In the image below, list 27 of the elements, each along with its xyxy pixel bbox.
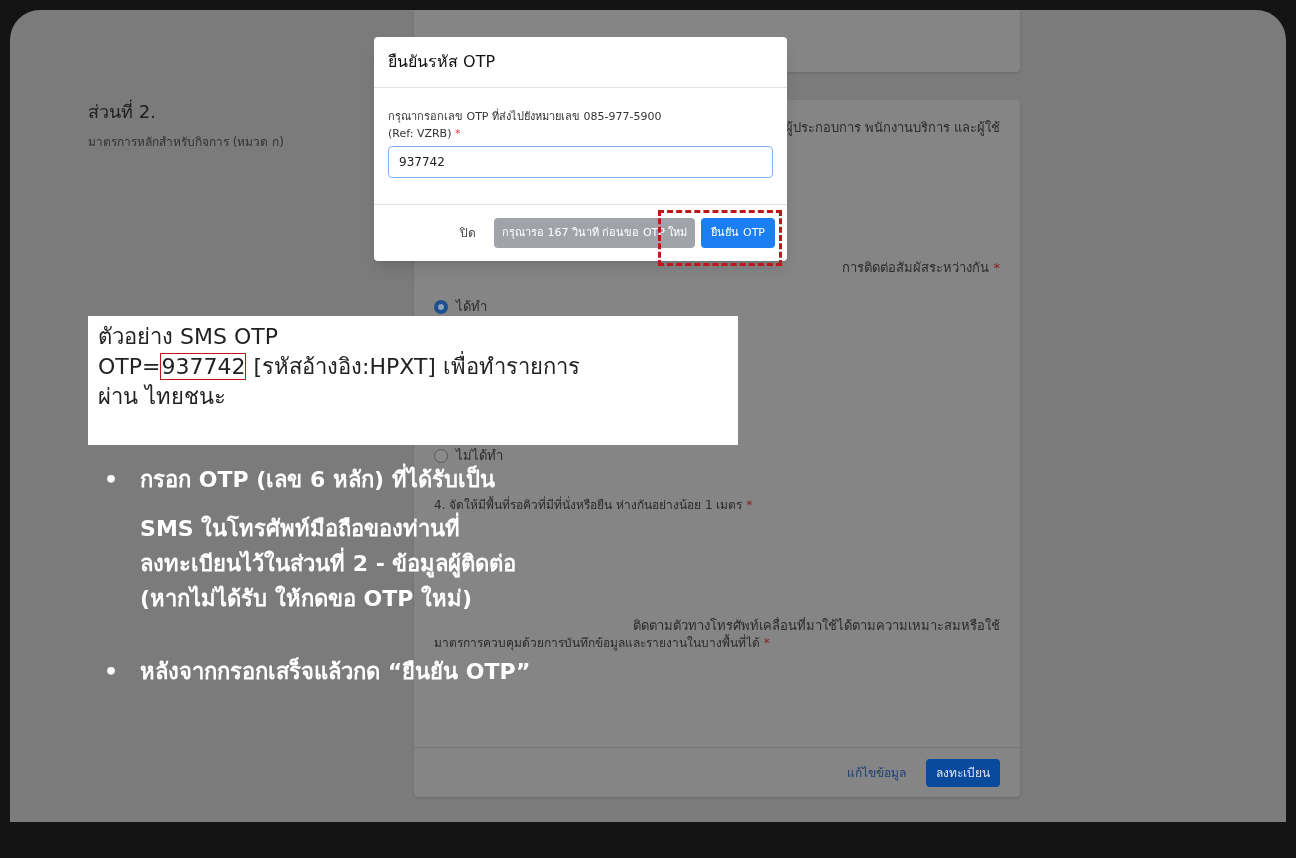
question-text: การติดต่อสัมผัสระหว่างกัน *	[842, 259, 1000, 277]
ref-label: (Ref: VZRB) *	[388, 126, 462, 142]
radio-label: ได้ทำ	[456, 298, 487, 317]
radio-button[interactable]	[434, 449, 448, 463]
register-button[interactable]: ลงทะเบียน	[926, 758, 1000, 787]
instruction-line: กรอก OTP (เลข 6 หลัก) ที่ได้รับเป็น	[140, 464, 495, 496]
section-title: ส่วนที่ 2.	[88, 98, 156, 124]
otp-input[interactable]: 937742	[388, 146, 773, 178]
sms-text: OTP=937742 [รหัสอ้างอิง:HPXT] เพื่อทำรายการ ผ่าน ไทยชนะ	[98, 352, 698, 412]
question-text: มาตรการควบคุมด้วยการบันทึกข้อมูลและรายงานในบางพื้นที่ได้ *	[434, 636, 770, 650]
section-subtitle: มาตรการหลักสำหรับกิจการ (หมวด ก)	[88, 134, 284, 151]
sms-title: ตัวอย่าง SMS OTP	[98, 323, 279, 351]
instruction-line: SMS ในโทรศัพท์มือถือของท่านที่	[140, 513, 461, 545]
otp-prompt: กรุณากรอกเลข OTP ที่ส่งไปยังหมายเลข 085-977-5900	[388, 108, 663, 125]
confirm-otp-button[interactable]: ยืนยัน OTP	[701, 218, 775, 248]
bullet: •	[104, 466, 119, 494]
instruction-line: (หากไม่ได้รับ ให้กดขอ OTP ใหม่)	[140, 584, 472, 613]
question-text: ติดตามตัวทางโทรศัพท์เคลื่อนที่มาใช้ได้ตามความเหมาะสมหรือใช้	[633, 616, 1000, 634]
radio-button[interactable]	[434, 300, 448, 314]
dialog-title: ยืนยันรหัส OTP	[388, 51, 496, 73]
close-link[interactable]: ปิด	[460, 224, 476, 242]
bullet: •	[104, 658, 119, 686]
instruction-line: ลงทะเบียนไว้ในส่วนที่ 2 - ข้อมูลผู้ติดต่อ	[140, 548, 517, 580]
instruction-line: หลังจากกรอกเสร็จแล้วกด “ยืนยัน OTP”	[140, 656, 531, 686]
question-text: 4. จัดให้มีพื้นที่รอคิวที่มีที่นั่งหรือยืน ห่างกันอย่างน้อย 1 เมตร *	[434, 498, 753, 512]
radio-label: ไม่ได้ทำ	[456, 447, 503, 464]
question-text: ผู้ประกอบการ พนักงานบริการ และผู้ใช้	[784, 119, 1000, 138]
